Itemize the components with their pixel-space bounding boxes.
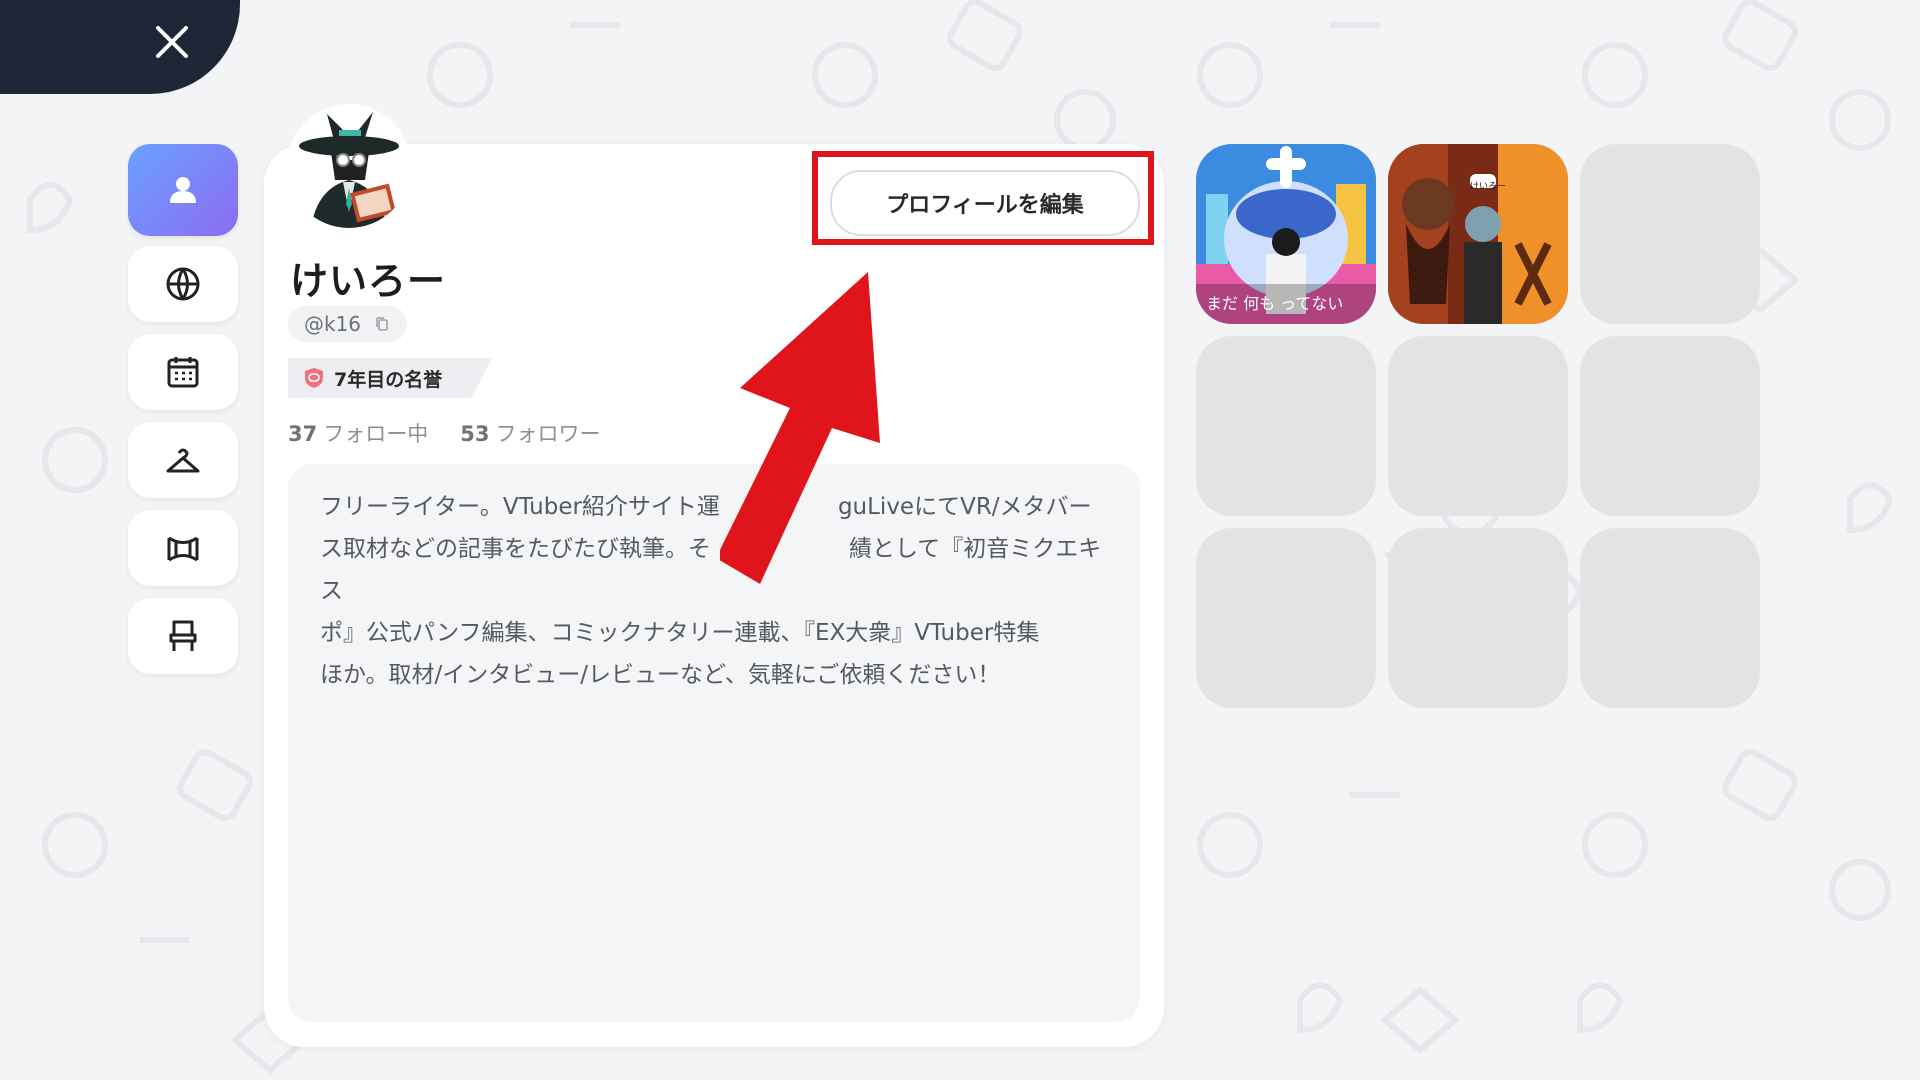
svg-text:まだ 何も ってない: まだ 何も ってない [1206,294,1343,313]
honor-badge[interactable]: 7年目の名誉 [288,358,492,398]
thumbnail-tile-1[interactable]: まだ 何も ってない [1196,144,1376,324]
sidebar-item-showroom[interactable] [128,510,238,586]
close-tab [0,0,240,94]
stage-icon [167,536,199,562]
empty-tile [1388,528,1568,708]
thumbnail-image-1: まだ 何も ってない [1196,144,1376,324]
sidebar-item-profile[interactable] [128,144,238,236]
hanger-icon [166,448,200,473]
following-label: フォロー中 [323,422,429,446]
svg-text:けいろー: けいろー [1470,181,1506,192]
empty-tile [1196,336,1376,516]
close-icon[interactable] [150,20,194,64]
sidebar-item-closet[interactable] [128,422,238,498]
avatar-illustration [287,104,411,228]
empty-tile [1580,336,1760,516]
calendar-icon [167,357,199,388]
followers-label: フォロワー [495,422,601,446]
avatar [287,104,411,228]
copy-icon[interactable] [375,316,389,332]
globe-icon [166,267,200,301]
handle-chip: @k16 [288,306,408,342]
empty-tile [1388,336,1568,516]
followers-stat[interactable]: 53 フォロワー [460,418,600,448]
following-count: 37 [288,422,318,446]
badge-label: 7年目の名誉 [334,368,443,391]
empty-tile [1580,144,1760,324]
annotation-highlight-box [812,151,1154,245]
user-icon [170,177,196,203]
follow-stats: 37 フォロー中 53 フォロワー [288,418,600,448]
sidebar-item-furniture[interactable] [128,598,238,674]
bio-box: フリーライター。VTuber紹介サイト運 guLiveにてVR/メタバー ス取材な… [288,464,1140,1022]
bio-line-3: ポ』公式パンフ編集、コミックナタリー連載、『EX大衆』VTuber特集 [320,620,1040,646]
bio-line-4: ほか。取材/インタビュー/レビューなど、気軽にご依頼ください！ [320,662,1001,688]
thumbnail-tile-2[interactable]: けいろー [1388,144,1568,324]
chair-icon [169,620,197,651]
sidebar-item-events[interactable] [128,334,238,410]
thumbnail-image-2: けいろー [1388,144,1568,324]
sidebar-item-world[interactable] [128,246,238,322]
empty-tile [1580,528,1760,708]
user-handle: @k16 [304,312,362,336]
followers-count: 53 [460,422,490,446]
empty-tile [1196,528,1376,708]
following-stat[interactable]: 37 フォロー中 [288,418,428,448]
shield-icon [305,368,323,388]
display-name: けいろー [290,259,447,303]
annotation-arrow-icon [720,272,880,584]
